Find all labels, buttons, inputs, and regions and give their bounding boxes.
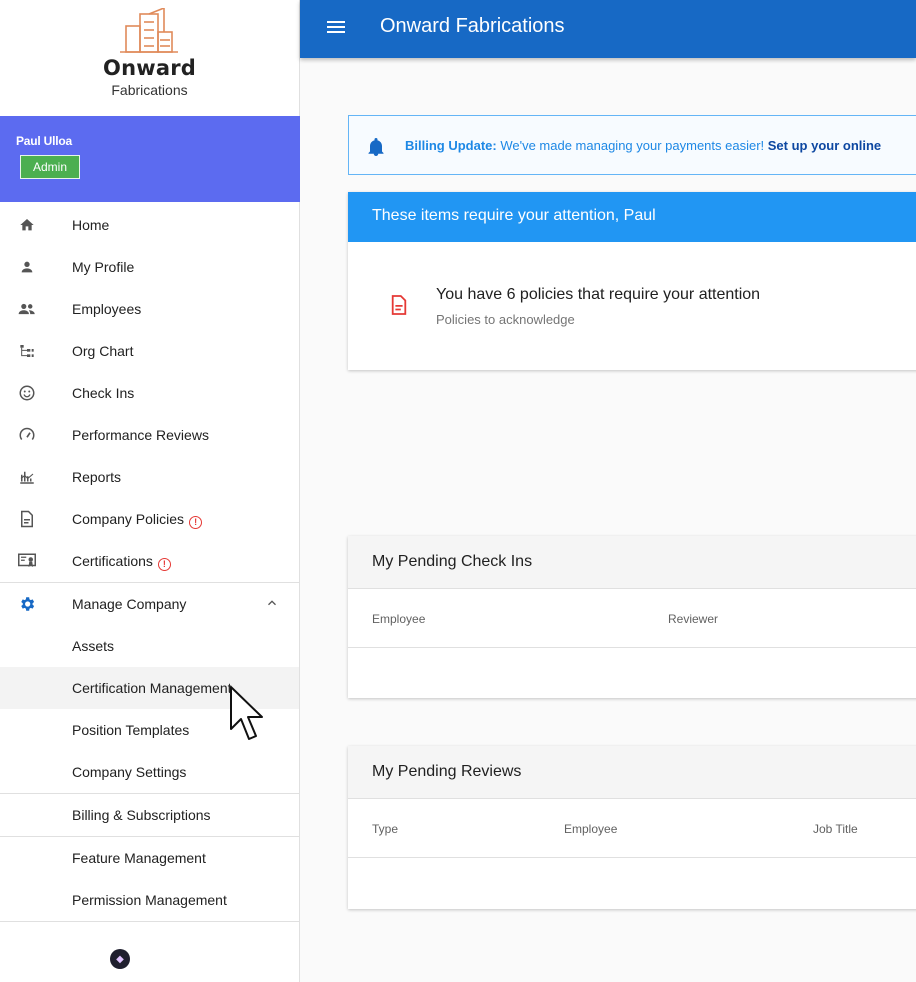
person-icon [18, 258, 36, 276]
sidebar-item-label: Performance Reviews [72, 427, 209, 443]
gear-icon [18, 595, 36, 613]
sidebar-item-label: Permission Management [72, 892, 227, 908]
chevron-up-icon[interactable] [265, 596, 279, 613]
attention-item-title: You have 6 policies that require your at… [436, 286, 761, 303]
building-logo-icon [119, 8, 178, 53]
alert-icon: ! [157, 558, 171, 571]
divider [0, 921, 299, 922]
home-icon [18, 216, 36, 234]
user-name: Paul Ulloa [16, 134, 73, 148]
sidebar-item-my-profile[interactable]: My Profile [0, 246, 299, 288]
billing-setup-link[interactable]: Set up your online [768, 138, 881, 153]
chart-icon [18, 468, 36, 486]
mouse-cursor-icon [230, 686, 263, 740]
sidebar-item-label: Position Templates [72, 722, 190, 738]
sidebar-item-org-chart[interactable]: Org Chart [0, 330, 299, 372]
pending-reviews-card: My Pending Reviews Type Employee Job Tit… [348, 746, 916, 909]
sidebar-item-company-policies[interactable]: Company Policies! [0, 498, 299, 540]
org-chart-icon [18, 342, 36, 360]
column-reviewer[interactable]: Reviewer [668, 612, 718, 626]
sidebar-item-label: Certifications! [72, 540, 171, 582]
sidebar-item-billing-subscriptions[interactable]: Billing & Subscriptions [0, 794, 299, 836]
app-title: Onward Fabrications [380, 15, 565, 37]
billing-prefix: Billing Update: [405, 138, 497, 153]
billing-update-banner: Billing Update: We've made managing your… [348, 115, 916, 175]
policies-attention-item[interactable]: You have 6 policies that require your at… [348, 242, 916, 370]
alert-icon: ! [189, 516, 203, 529]
sidebar-item-home[interactable]: Home [0, 204, 299, 246]
speedometer-icon [18, 426, 36, 444]
sidebar-item-label: My Profile [72, 259, 135, 275]
sidebar-item-label: Company Settings [72, 764, 187, 780]
smiley-icon [18, 384, 36, 402]
user-card: Paul Ulloa Admin [0, 116, 300, 202]
bell-icon [367, 137, 385, 162]
sidebar-item-label: Feature Management [72, 850, 206, 866]
sidebar-subitem-assets[interactable]: Assets [0, 625, 299, 667]
company-logo[interactable]: Onward Fabrications [0, 0, 299, 116]
sidebar-item-manage-company[interactable]: Manage Company [0, 583, 299, 625]
table-header: Employee Reviewer [348, 588, 916, 648]
attention-item-subtitle: Policies to acknowledge [436, 312, 575, 327]
sidebar-item-reports[interactable]: Reports [0, 456, 299, 498]
sidebar-item-employees[interactable]: Employees [0, 288, 299, 330]
billing-message: Billing Update: We've made managing your… [405, 138, 881, 153]
sidebar-item-label: Assets [72, 638, 115, 654]
sidebar-subitem-company-settings[interactable]: Company Settings [0, 751, 299, 793]
sidebar-item-text: Certifications [72, 553, 153, 569]
top-app-bar: Onward Fabrications [300, 0, 916, 58]
sidebar-item-label: Billing & Subscriptions [72, 807, 211, 823]
sidebar-item-certifications[interactable]: Certifications! [0, 540, 299, 582]
sidebar-item-check-ins[interactable]: Check Ins [0, 372, 299, 414]
column-employee[interactable]: Employee [372, 612, 425, 626]
logo-subname: Fabrications [111, 82, 188, 98]
sidebar-nav: Home My Profile Employees Org Chart Chec… [0, 204, 299, 922]
sidebar-item-feature-management[interactable]: Feature Management [0, 837, 299, 879]
sidebar-item-label: Company Policies! [72, 498, 203, 540]
people-icon [18, 300, 36, 318]
document-icon [390, 294, 408, 321]
role-badge: Admin [20, 155, 81, 179]
sidebar-item-permission-management[interactable]: Permission Management [0, 879, 299, 921]
sidebar-item-label: Org Chart [72, 343, 134, 359]
billing-text: We've made managing your payments easier… [496, 138, 768, 153]
sidebar-item-label: Employees [72, 301, 142, 317]
app-window: Onward Fabrications Paul Ulloa Admin Hom… [0, 0, 916, 982]
column-job-title[interactable]: Job Title [813, 822, 858, 836]
sidebar-item-label: Home [72, 217, 110, 233]
pending-checkins-title: My Pending Check Ins [348, 536, 916, 588]
logo-name: Onward [103, 56, 196, 80]
table-header: Type Employee Job Title [348, 798, 916, 858]
assistant-icon[interactable]: ◆ [110, 949, 130, 969]
table-body [348, 648, 916, 698]
attention-card-title: These items require your attention, Paul [348, 192, 916, 242]
sidebar: Onward Fabrications Paul Ulloa Admin Hom… [0, 0, 300, 982]
hamburger-menu-icon[interactable] [326, 18, 348, 38]
attention-card: These items require your attention, Paul… [348, 192, 916, 370]
table-body [348, 858, 916, 908]
certificate-icon [18, 552, 36, 570]
sidebar-item-label: Manage Company [72, 596, 187, 612]
sidebar-item-label: Certification Management [72, 680, 232, 696]
sidebar-item-text: Company Policies [72, 511, 185, 527]
sidebar-item-label: Reports [72, 469, 122, 485]
sidebar-item-label: Check Ins [72, 385, 135, 401]
column-employee[interactable]: Employee [564, 822, 617, 836]
column-type[interactable]: Type [372, 822, 398, 836]
pending-checkins-card: My Pending Check Ins Employee Reviewer [348, 536, 916, 698]
sidebar-item-performance-reviews[interactable]: Performance Reviews [0, 414, 299, 456]
pending-reviews-title: My Pending Reviews [348, 746, 916, 798]
document-icon [18, 510, 36, 528]
